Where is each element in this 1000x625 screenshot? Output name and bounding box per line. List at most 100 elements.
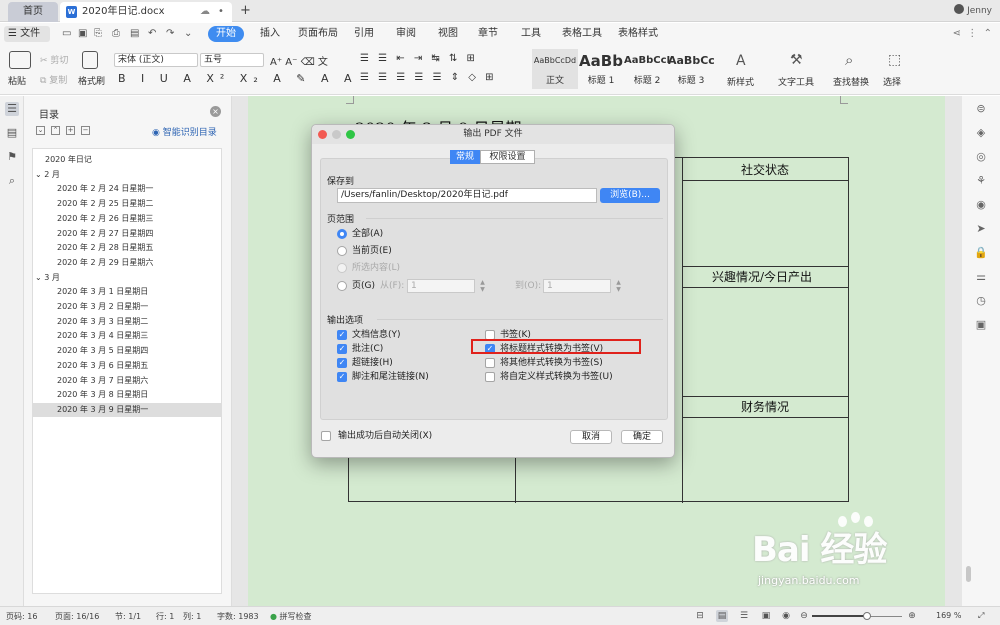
paste-label[interactable]: 粘贴: [8, 74, 26, 87]
menu-references[interactable]: 引用: [354, 26, 374, 42]
preview-icon[interactable]: ▤: [130, 26, 139, 42]
range-current-label[interactable]: 当前页(E): [352, 246, 392, 257]
undo-icon[interactable]: ↶: [148, 26, 156, 42]
list-buttons[interactable]: ☰ ☰ ⇤ ⇥ ↹ ⇅ ⊞: [360, 53, 478, 64]
menu-view[interactable]: 视图: [438, 26, 458, 42]
spell-check-button[interactable]: ● 拼写检查: [270, 611, 312, 622]
menu-chapter[interactable]: 章节: [478, 26, 498, 42]
redo-icon[interactable]: ↷: [166, 26, 174, 42]
hyperlinks-checkbox[interactable]: ✓: [337, 358, 347, 368]
eye-protect-icon[interactable]: ◉: [780, 610, 792, 622]
auto-close-label[interactable]: 输出成功后自动关闭(X): [338, 431, 432, 442]
toc-item[interactable]: 2020 年 2 月 29 日星期六: [33, 256, 221, 270]
more-dropdown-icon[interactable]: ⌄: [184, 26, 192, 42]
docinfo-label[interactable]: 文档信息(Y): [352, 330, 401, 341]
new-tab-button[interactable]: +: [240, 2, 251, 20]
menu-tools[interactable]: 工具: [521, 26, 541, 42]
toc-item[interactable]: 2020 年 3 月 7 日星期六: [33, 374, 221, 388]
fullscreen-icon[interactable]: ⤢: [978, 611, 984, 621]
menu-home[interactable]: 开始: [208, 26, 244, 42]
smart-toc-button[interactable]: ◉ 智能识别目录: [152, 125, 217, 138]
align-buttons[interactable]: ☰ ☰ ☰ ☰ ☰ ⇕ ◇ ⊞: [360, 72, 497, 83]
select-cursor-icon[interactable]: ⬚: [888, 52, 901, 68]
browse-button[interactable]: 浏览(B)...: [600, 188, 660, 203]
from-stepper[interactable]: ▲ ▼: [479, 279, 486, 293]
paste-icon[interactable]: [9, 51, 31, 69]
zoom-slider-handle[interactable]: [862, 612, 871, 620]
new-style-icon[interactable]: A: [736, 53, 746, 69]
other-bookmarks-checkbox[interactable]: [485, 358, 495, 368]
pages-icon[interactable]: ▤: [5, 126, 19, 140]
page-view-icon[interactable]: ▤: [716, 610, 728, 622]
wrench-icon[interactable]: ⚒: [790, 52, 803, 68]
toc-item[interactable]: 2020 年 2 月 27 日星期四: [33, 227, 221, 241]
range-all-radio[interactable]: [337, 229, 347, 239]
print-icon[interactable]: ⎙: [112, 26, 120, 42]
from-page-field[interactable]: 1: [407, 279, 475, 293]
outline-view-icon[interactable]: ⊟: [694, 610, 706, 622]
lock-icon[interactable]: 🔒: [974, 246, 988, 260]
cursor-icon[interactable]: ➤: [974, 222, 988, 236]
sliders-icon[interactable]: ⚌: [974, 270, 988, 284]
remove-icon[interactable]: −: [81, 126, 90, 135]
docinfo-checkbox[interactable]: ✓: [337, 330, 347, 340]
export-icon[interactable]: ⎘: [94, 26, 102, 42]
toc-icon[interactable]: ☰: [5, 102, 19, 116]
auto-close-checkbox[interactable]: [321, 431, 331, 441]
footnotes-label[interactable]: 脚注和尾注链接(N): [352, 372, 429, 383]
vertical-scrollbar[interactable]: [966, 566, 971, 582]
close-window-icon[interactable]: [318, 130, 327, 139]
bookmark-icon[interactable]: ⚑: [5, 150, 19, 164]
toc-item[interactable]: 2020 年 2 月 28 日星期五: [33, 241, 221, 255]
image-icon[interactable]: ▣: [974, 318, 988, 332]
tab-document[interactable]: W 2020年日记.docx ☁ •: [60, 2, 232, 22]
toc-item[interactable]: 2020 年 3 月 9 日星期一: [33, 402, 221, 417]
style-heading-1[interactable]: AaBb 标题 1: [578, 49, 624, 89]
search-icon[interactable]: ⌕: [845, 51, 853, 69]
share-icon[interactable]: ⋖ ⋮ ⌃: [953, 26, 992, 42]
tab-general[interactable]: 常规: [450, 150, 480, 164]
comments-checkbox[interactable]: ✓: [337, 344, 347, 354]
ok-button[interactable]: 确定: [621, 430, 663, 444]
table-cell-finance[interactable]: 财务情况: [741, 398, 789, 415]
copy-button[interactable]: ⧉ 复制: [40, 73, 67, 86]
web-view-icon[interactable]: ☰: [738, 610, 750, 622]
new-style-button[interactable]: 新样式: [727, 75, 754, 88]
collapse-icon[interactable]: ⌄: [36, 126, 45, 135]
toc-item[interactable]: 2020 年 3 月 1 日星期日: [33, 285, 221, 299]
range-all-label[interactable]: 全部(A): [352, 229, 383, 240]
menu-table-style[interactable]: 表格样式: [618, 26, 658, 42]
font-format-buttons[interactable]: B I U A X² X₂ A ✎ A A: [118, 72, 358, 85]
chevron-down-icon[interactable]: ⌄: [35, 273, 44, 282]
style-heading-2[interactable]: AaBbCcI 标题 2: [624, 49, 670, 89]
zoom-level[interactable]: 169 %: [936, 611, 961, 620]
text-tools-button[interactable]: 文字工具: [778, 75, 814, 88]
toc-item[interactable]: 2020 年 2 月 26 日星期三: [33, 212, 221, 226]
format-painter-label[interactable]: 格式刷: [78, 74, 105, 87]
range-current-radio[interactable]: [337, 246, 347, 256]
style-icon[interactable]: ⚘: [974, 174, 988, 188]
menu-insert[interactable]: 插入: [260, 26, 280, 42]
hyperlinks-label[interactable]: 超链接(H): [352, 358, 393, 369]
compass-icon[interactable]: ◉: [974, 198, 988, 212]
toc-item[interactable]: 2020 年 2 月 24 日星期一: [33, 182, 221, 196]
toc-group[interactable]: ⌄ 3 月: [33, 271, 221, 285]
menu-table-tools[interactable]: 表格工具: [562, 26, 602, 42]
save-icon[interactable]: ▣: [78, 26, 87, 42]
adjust-icon[interactable]: ⊜: [974, 102, 988, 116]
chevron-down-icon[interactable]: ⌄: [35, 170, 44, 179]
open-folder-icon[interactable]: ▭: [62, 26, 71, 42]
shapes-icon[interactable]: ◎: [974, 150, 988, 164]
style-heading-3[interactable]: AaBbCc 标题 3: [668, 49, 714, 89]
font-size-select[interactable]: 五号: [200, 53, 264, 67]
tab-permissions[interactable]: 权限设置: [480, 150, 535, 164]
zoom-window-icon[interactable]: [346, 130, 355, 139]
custom-bookmarks-checkbox[interactable]: [485, 372, 495, 382]
format-painter-icon[interactable]: [82, 51, 98, 69]
toc-item[interactable]: 2020 年 3 月 8 日星期日: [33, 388, 221, 402]
toc-item[interactable]: 2020 年 3 月 6 日星期五: [33, 359, 221, 373]
close-icon[interactable]: ×: [210, 106, 221, 117]
table-cell-social[interactable]: 社交状态: [741, 161, 789, 178]
toc-item[interactable]: 2020 年 3 月 5 日星期四: [33, 344, 221, 358]
comments-label[interactable]: 批注(C): [352, 344, 383, 355]
